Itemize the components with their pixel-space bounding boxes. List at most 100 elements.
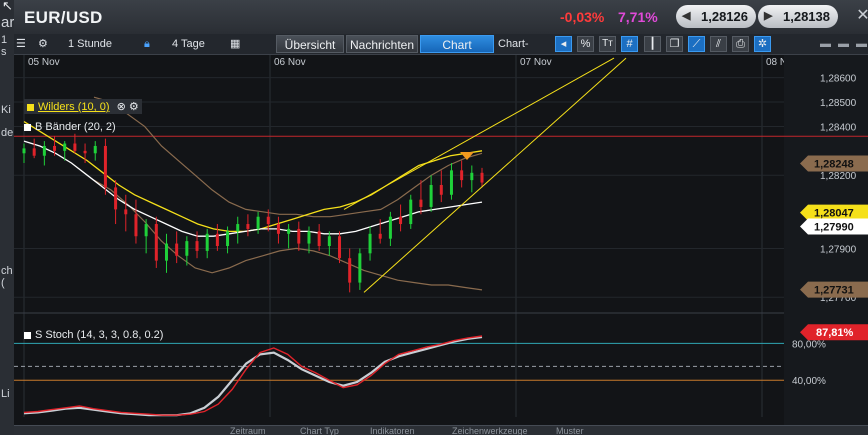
settings-tool-icon[interactable]: ✲ — [754, 36, 771, 52]
buy-arrow-icon: ▶ — [764, 10, 773, 22]
candle-body — [287, 228, 291, 234]
bottom-tab-drawing-tools[interactable]: Zeichenwerkzeuge — [452, 426, 528, 435]
candle-body — [73, 143, 77, 151]
instrument-title: EUR/USD — [24, 8, 103, 27]
chart-tools-label: Chart-Tools — [498, 38, 529, 66]
candle-body — [327, 236, 331, 246]
candle-body — [32, 148, 36, 156]
bottom-tab-chart-type[interactable]: Chart Typ — [300, 426, 339, 435]
sell-arrow-icon: ◀ — [682, 10, 691, 22]
candle-body — [307, 231, 311, 244]
legend-bollinger[interactable]: B Bänder (20, 2) — [24, 121, 116, 133]
candle-body — [236, 224, 240, 232]
sell-price-button[interactable]: ◀ 1,28126 — [676, 5, 756, 28]
calendar-icon[interactable]: ▦ — [230, 36, 242, 52]
candle-body — [470, 172, 474, 181]
candle-body — [175, 243, 179, 256]
indicator-gear-icon[interactable]: ⚙ — [129, 101, 139, 113]
legend-wilders[interactable]: Wilders (10, 0) ⊗ ⚙ — [24, 99, 142, 114]
price-axis[interactable]: 1,28600 1,28500 1,28400 1,28200 1,27900 1,277… — [784, 55, 868, 425]
candle-body — [226, 231, 230, 246]
candle-body — [134, 214, 138, 237]
wilders-swatch — [27, 103, 34, 111]
windows-icon[interactable]: ❐ — [666, 36, 683, 52]
bottom-tab-period[interactable]: Zeitraum — [230, 426, 266, 435]
bottom-tab-indicators[interactable]: Indikatoren — [370, 426, 415, 435]
cursor-icon: ↖ — [2, 0, 13, 13]
y-tick-label: 1,28600 — [820, 74, 857, 85]
x-tick-label: 06 Nov — [274, 57, 306, 68]
stoch-swatch — [24, 331, 31, 339]
left-edge-text-f: Li — [1, 388, 10, 400]
chart-area[interactable]: 05 Nov 06 Nov 07 Nov 08 Nov Wilders (10, 0)… — [14, 55, 784, 425]
list-icon[interactable]: ☰ — [16, 36, 28, 52]
buy-price-button[interactable]: ▶ 1,28138 — [758, 5, 838, 28]
price-tag-label: 1,27731 — [814, 285, 854, 297]
ask-price: 1,28138 — [783, 9, 830, 24]
price-tag-label: 1,28248 — [814, 159, 854, 171]
left-edge-text-d: de — [1, 127, 14, 139]
restore-icon[interactable]: ▬ — [838, 36, 850, 52]
gear-icon[interactable]: ⚙ — [38, 36, 50, 52]
bid-price: 1,28126 — [701, 9, 748, 24]
crosshair-icon[interactable]: # — [621, 36, 638, 52]
candle-body — [215, 233, 219, 246]
candle-body — [114, 187, 118, 210]
y-tick-label: 1,27900 — [820, 244, 857, 255]
left-edge-text-c: Ki — [1, 104, 11, 116]
candle-body — [368, 233, 372, 254]
y-tick-label: 1,28400 — [820, 122, 857, 133]
candle-icon[interactable]: ┃ — [644, 36, 661, 52]
candle-body — [388, 216, 392, 239]
candle-body — [276, 224, 280, 234]
stoch-d-line — [23, 335, 483, 417]
text-size-icon[interactable]: Tт — [599, 36, 616, 52]
range-select[interactable]: 4 Tage — [172, 36, 222, 52]
channel-icon[interactable]: ⫽ — [710, 36, 727, 52]
candle-body — [460, 170, 464, 181]
candle-body — [83, 150, 87, 154]
close-icon[interactable]: ✕ — [854, 7, 868, 25]
bollinger-label: B Bänder (20, 2) — [35, 121, 116, 133]
stoch-level-label: 40,00% — [792, 376, 826, 387]
tab-overview[interactable]: Übersicht — [276, 35, 344, 53]
interval-select[interactable]: 1 Stunde — [68, 36, 128, 52]
change-percent: 7,71% — [618, 9, 658, 25]
candle-body — [195, 241, 199, 251]
pan-tool-icon[interactable]: ◂ — [555, 36, 572, 52]
candle-body — [53, 145, 57, 151]
candle-body — [93, 145, 97, 154]
candle-body — [348, 258, 352, 283]
trendline-icon[interactable]: ⟋ — [688, 36, 705, 52]
remove-indicator-icon[interactable]: ⊗ — [117, 101, 126, 113]
candle-body — [409, 199, 413, 225]
stoch-level-label: 80,00% — [792, 339, 826, 350]
candle-body — [42, 145, 46, 156]
left-edge-text-b: 1 s — [1, 34, 8, 58]
bottom-tab-patterns[interactable]: Muster — [556, 426, 584, 435]
tab-news[interactable]: Nachrichten — [346, 35, 418, 53]
stoch-current-label: 87,81% — [816, 327, 854, 339]
candle-body — [246, 224, 250, 229]
bollinger-lower-line — [93, 179, 483, 291]
chart-toolbar: ☰ ⚙ 1 Stunde 🔒︎ 4 Tage ▦ Übersicht Nachr… — [14, 34, 868, 66]
percent-icon[interactable]: % — [577, 36, 594, 52]
print-icon[interactable]: ⎙ — [732, 36, 749, 52]
candle-body — [144, 224, 148, 237]
maximize-icon[interactable]: ▬ — [856, 36, 868, 52]
bottom-toolbar: Zeitraum Chart Typ Indikatoren Zeichenwe… — [14, 425, 868, 435]
lock-icon[interactable]: 🔒︎ — [144, 36, 156, 52]
x-tick-label: 05 Nov — [28, 57, 60, 68]
left-panel-edge: ar 1 s Ki de ch ( Li — [0, 0, 15, 435]
candle-body — [439, 185, 443, 195]
x-tick-label: 08 Nov — [766, 57, 784, 68]
trading-window: ar 1 s Ki de ch ( Li ↖ EUR/USD -0,03% 7,… — [0, 0, 868, 435]
wilders-label: Wilders (10, 0) — [38, 101, 110, 113]
left-edge-text-a: ar — [1, 14, 15, 31]
candle-body — [164, 243, 168, 261]
candle-body — [338, 236, 342, 259]
y-tick-label: 1,28200 — [820, 171, 857, 182]
tab-chart[interactable]: Chart — [420, 35, 494, 53]
minimize-icon[interactable]: ▬ — [820, 36, 832, 52]
legend-stochastic[interactable]: S Stoch (14, 3, 3, 0.8, 0.2) — [24, 329, 163, 341]
